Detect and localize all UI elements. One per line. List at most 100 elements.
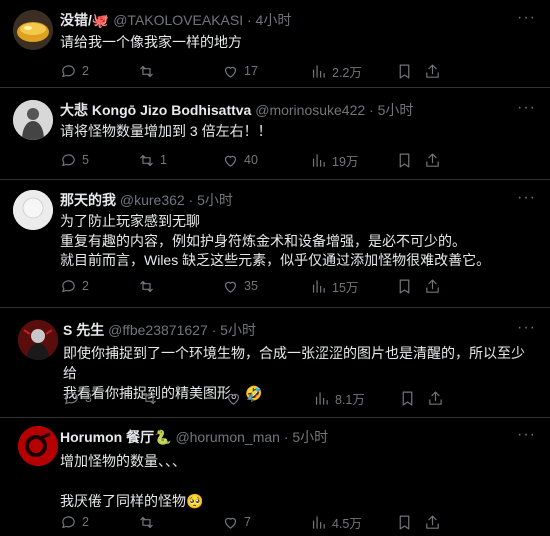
retweet-icon: [140, 516, 153, 528]
tweet[interactable]: Horumon 餐厅🐍 @horumon_man · 5小时 ··· 增加怪物的…: [0, 418, 550, 536]
reply-count: 3: [85, 391, 92, 405]
view-count: 4.5万: [332, 516, 362, 531]
bookmark-button[interactable]: [396, 63, 424, 80]
action-bar: 2 17 2.2万: [60, 61, 530, 81]
bookmark-icon: [399, 515, 410, 529]
tweet[interactable]: 那天的我 @kure362 · 5小时 ··· 为了防止玩家感到无聊 重复有趣的…: [0, 180, 550, 308]
reply-icon: [62, 64, 75, 77]
retweet-button[interactable]: [141, 390, 225, 407]
retweet-button[interactable]: [138, 278, 222, 295]
bookmark-button[interactable]: [396, 514, 424, 531]
user-handle[interactable]: @ffbe23871627: [108, 322, 208, 338]
share-button[interactable]: [424, 514, 452, 531]
more-options-icon[interactable]: ···: [517, 8, 536, 28]
like-button[interactable]: 7: [222, 514, 310, 531]
avatar[interactable]: [13, 100, 53, 140]
share-icon: [426, 64, 439, 78]
timestamp[interactable]: · 5小时: [189, 192, 233, 208]
display-name[interactable]: S 先生: [63, 322, 104, 338]
retweet-button[interactable]: 1: [138, 152, 222, 169]
tweet[interactable]: 没错/🐙 @TAKOLOVEAKASI · 4小时 ··· 请给我一个像我家一样…: [0, 0, 550, 88]
heart-icon: [224, 66, 237, 78]
tweet-header: 大悲 Kongō Jizo Bodhisattva @morinosuke422…: [60, 98, 536, 120]
bookmark-icon: [399, 64, 410, 78]
retweet-icon: [140, 280, 153, 292]
views-icon: [312, 64, 325, 78]
views-icon: [312, 153, 325, 167]
like-button[interactable]: 4: [225, 390, 313, 407]
reply-button[interactable]: 2: [60, 278, 138, 295]
retweet-button[interactable]: [138, 63, 222, 80]
retweet-count: 1: [160, 153, 167, 167]
tweet-text-body: 增加怪物的数量、、、 我厌倦了同样的怪物: [60, 453, 186, 509]
tweet-text: 请给我一个像我家一样的地方: [60, 34, 242, 50]
timestamp[interactable]: · 4小时: [247, 12, 291, 28]
share-icon: [429, 391, 442, 405]
reply-icon: [62, 515, 75, 528]
heart-icon: [224, 281, 237, 293]
tweet-text: 增加怪物的数量、、、 我厌倦了同样的怪物🥺: [60, 451, 536, 511]
more-options-icon[interactable]: ···: [517, 425, 536, 445]
like-button[interactable]: 35: [222, 278, 310, 295]
like-button[interactable]: 17: [222, 63, 310, 80]
user-handle[interactable]: @TAKOLOVEAKASI: [113, 12, 243, 28]
timestamp[interactable]: · 5小时: [212, 322, 256, 338]
display-name[interactable]: 那天的我: [60, 192, 116, 208]
heart-icon: [227, 393, 240, 405]
views-icon: [312, 279, 325, 293]
reply-icon: [62, 153, 75, 166]
bookmark-button[interactable]: [396, 278, 424, 295]
share-icon: [426, 515, 439, 529]
views-button[interactable]: 8.1万: [313, 389, 399, 408]
views-button[interactable]: 4.5万: [310, 513, 396, 532]
avatar[interactable]: [13, 190, 53, 230]
views-button[interactable]: 15万: [310, 277, 396, 296]
avatar[interactable]: [13, 10, 53, 50]
heart-icon: [224, 155, 237, 167]
bookmark-icon: [399, 279, 410, 293]
share-icon: [426, 279, 439, 293]
reply-button[interactable]: 3: [63, 390, 141, 407]
display-name[interactable]: Horumon 餐厅: [60, 429, 154, 445]
share-icon: [426, 153, 439, 167]
views-button[interactable]: 2.2万: [310, 62, 396, 81]
user-handle[interactable]: @kure362: [120, 192, 185, 208]
tweet[interactable]: 大悲 Kongō Jizo Bodhisattva @morinosuke422…: [0, 88, 550, 180]
bookmark-button[interactable]: [396, 152, 424, 169]
reply-count: 2: [82, 64, 89, 78]
timestamp[interactable]: · 5小时: [369, 102, 413, 118]
retweet-button[interactable]: [138, 514, 222, 531]
share-button[interactable]: [424, 63, 452, 80]
bookmark-button[interactable]: [399, 390, 427, 407]
like-count: 7: [244, 515, 251, 529]
bookmark-icon: [399, 153, 410, 167]
timestamp[interactable]: · 5小时: [284, 429, 328, 445]
pleading-face-emoji: 🥺: [186, 493, 204, 509]
share-button[interactable]: [424, 152, 452, 169]
view-count: 19万: [332, 154, 359, 169]
retweet-icon: [143, 392, 156, 404]
more-options-icon[interactable]: ···: [517, 188, 536, 208]
more-options-icon[interactable]: ···: [517, 318, 536, 338]
share-button[interactable]: [424, 278, 452, 295]
like-count: 35: [244, 279, 258, 293]
avatar[interactable]: [18, 426, 58, 466]
more-options-icon[interactable]: ···: [517, 98, 536, 118]
user-handle[interactable]: @morinosuke422: [255, 102, 365, 118]
reply-button[interactable]: 2: [60, 63, 138, 80]
avatar[interactable]: [18, 320, 58, 360]
views-icon: [315, 391, 328, 405]
tweet[interactable]: S 先生 @ffbe23871627 · 5小时 ··· 即使你捕捉到了一个环境…: [0, 308, 550, 418]
display-name[interactable]: 没错/: [60, 12, 92, 28]
tweet-header: S 先生 @ffbe23871627 · 5小时 ···: [63, 318, 536, 340]
retweet-icon: [140, 65, 153, 77]
action-bar: 5 1 40 19万: [60, 150, 530, 170]
share-button[interactable]: [427, 390, 455, 407]
display-name[interactable]: 大悲 Kongō Jizo Bodhisattva: [60, 102, 251, 118]
like-count: 17: [244, 64, 258, 78]
like-button[interactable]: 40: [222, 152, 310, 169]
reply-button[interactable]: 2: [60, 514, 138, 531]
views-button[interactable]: 19万: [310, 151, 396, 170]
user-handle[interactable]: @horumon_man: [175, 429, 280, 445]
reply-button[interactable]: 5: [60, 152, 138, 169]
